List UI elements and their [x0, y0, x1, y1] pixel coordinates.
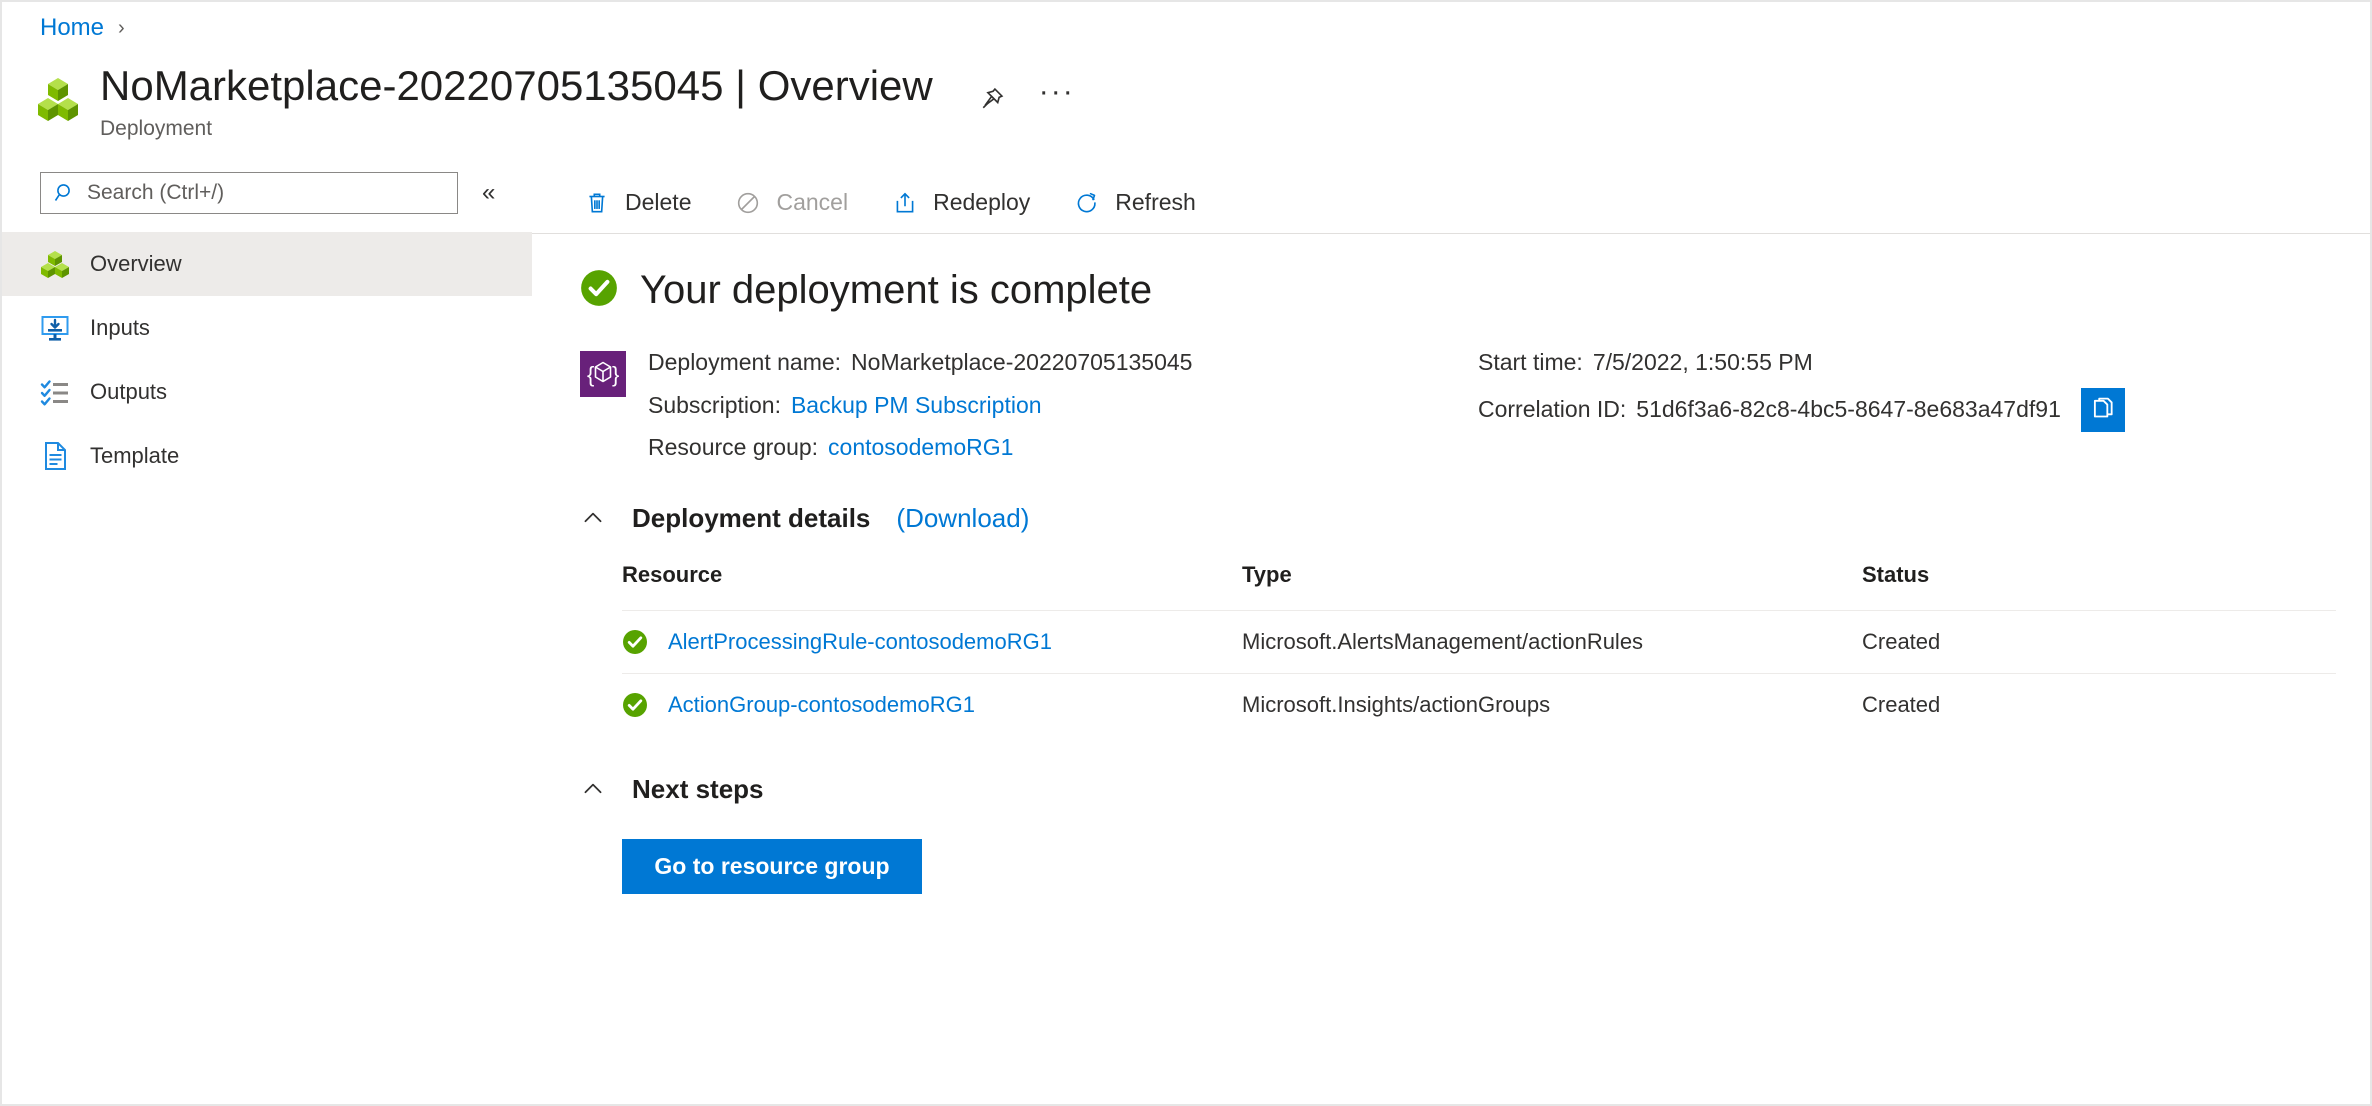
overview-panel: Your deployment is complete { } Deployme… [532, 234, 2370, 894]
resource-cell: ActionGroup-contosodemoRG1 [622, 673, 1242, 736]
sidebar-item-label: Outputs [90, 379, 168, 404]
sidebar-item-overview[interactable]: Overview [2, 232, 532, 296]
search-input[interactable] [79, 180, 445, 206]
deployment-name-label: Deployment name: [648, 349, 842, 375]
deployment-name-row: Deployment name: NoMarketplace-202207051… [648, 345, 1478, 380]
refresh-label: Refresh [1115, 189, 1196, 215]
sidebar-item-label: Template [90, 443, 180, 468]
next-steps-header: Next steps [580, 774, 2370, 805]
status-cell: Created [1862, 628, 1941, 654]
svg-text:{: { [587, 362, 594, 387]
azure-portal-blade: Home › NoMarketplace-20220705135045 | Ov… [0, 0, 2372, 1106]
deployment-info-columns: Deployment name: NoMarketplace-202207051… [648, 345, 2370, 465]
content-area: Delete Cancel Redeploy Refresh Your depl… [532, 164, 2370, 1064]
resource-group-row: Resource group: contosodemoRG1 [648, 430, 1478, 465]
title-text-block: NoMarketplace-20220705135045 | Overview … [100, 62, 933, 141]
correlation-id-row: Correlation ID: 51d6f3a6-82c8-4bc5-8647-… [1478, 387, 2370, 432]
document-icon [40, 441, 70, 471]
search-icon [53, 181, 79, 205]
trash-icon [582, 188, 612, 218]
start-time-value: 7/5/2022, 1:50:55 PM [1592, 349, 1813, 375]
sidebar-item-label: Inputs [90, 315, 150, 340]
blade-body: « [2, 164, 2370, 1064]
resource-link[interactable]: ActionGroup-contosodemoRG1 [668, 692, 975, 718]
upload-box-icon [890, 188, 920, 218]
subscription-row: Subscription: Backup PM Subscription [648, 388, 1478, 423]
resource-cell: AlertProcessingRule-contosodemoRG1 [622, 610, 1242, 673]
chevron-up-icon[interactable] [580, 776, 606, 802]
subscription-label: Subscription: [648, 391, 781, 418]
pin-icon[interactable] [975, 82, 1009, 116]
deployment-name-value: NoMarketplace-20220705135045 [851, 349, 1193, 375]
delete-label: Delete [625, 189, 692, 215]
deployment-details-table: Resource Type Status AlertProcessingRule… [622, 562, 2336, 736]
blade-title-row: NoMarketplace-20220705135045 | Overview … [2, 54, 2370, 164]
deployment-info: { } Deployment name: NoMarketplace-20220… [580, 345, 2370, 465]
search-row: « [2, 172, 532, 214]
table-header-row: Resource Type Status [622, 562, 2336, 611]
ellipsis-icon[interactable]: ··· [1039, 77, 1075, 111]
green-check-icon [622, 629, 648, 655]
deployment-info-right-column: Start time: 7/5/2022, 1:50:55 PM Correla… [1478, 345, 2370, 465]
status-heading: Your deployment is complete [640, 268, 1153, 312]
refresh-button[interactable]: Refresh [1070, 184, 1198, 222]
column-header-type: Type [1242, 561, 1292, 587]
cubes-icon [40, 249, 70, 279]
type-cell: Microsoft.Insights/actionGroups [1242, 691, 1551, 717]
left-navigation: « [2, 164, 532, 1064]
command-toolbar: Delete Cancel Redeploy Refresh [532, 172, 2370, 234]
monitor-download-icon [40, 313, 70, 343]
start-time-row: Start time: 7/5/2022, 1:50:55 PM [1478, 345, 2370, 380]
page-subtitle: Deployment [100, 117, 213, 141]
go-to-resource-group-button[interactable]: Go to resource group [622, 838, 922, 894]
status-cell: Created [1862, 691, 1941, 717]
download-link[interactable]: (Download) [896, 503, 1029, 534]
resource-group-link[interactable]: contosodemoRG1 [828, 430, 1013, 465]
next-steps-title: Next steps [632, 773, 764, 804]
sidebar-item-inputs[interactable]: Inputs [2, 296, 532, 360]
correlation-id-label: Correlation ID: [1478, 396, 1627, 423]
title-actions: ··· [975, 77, 1075, 116]
nav-list: Overview Inputs Outputs Template [2, 232, 532, 488]
resource-group-cubes-icon [36, 76, 82, 122]
green-check-icon [622, 692, 648, 718]
checklist-icon [40, 377, 70, 407]
breadcrumb: Home › [2, 2, 2370, 54]
delete-button[interactable]: Delete [580, 184, 693, 222]
deployment-info-left-column: Deployment name: NoMarketplace-202207051… [648, 345, 1478, 465]
sidebar-item-template[interactable]: Template [2, 424, 532, 488]
refresh-icon [1072, 188, 1102, 218]
table-row: ActionGroup-contosodemoRG1 Microsoft.Ins… [622, 673, 2336, 736]
cancel-button: Cancel [731, 184, 850, 222]
sidebar-item-label: Overview [90, 251, 182, 276]
collapse-nav-button[interactable]: « [476, 175, 501, 211]
deployment-details-title: Deployment details [632, 502, 871, 533]
arm-template-icon: { } [580, 351, 626, 397]
breadcrumb-home-link[interactable]: Home [40, 16, 104, 40]
breadcrumb-separator-icon: › [118, 17, 125, 39]
column-header-status: Status [1862, 561, 1930, 587]
resource-group-label: Resource group: [648, 434, 819, 460]
correlation-id-value: 51d6f3a6-82c8-4bc5-8647-8e683a47df91 [1636, 396, 2061, 423]
svg-text:}: } [612, 362, 619, 387]
redeploy-button[interactable]: Redeploy [888, 184, 1032, 222]
deployment-details-header: Deployment details (Download) [580, 503, 2370, 534]
green-check-circle-icon [580, 269, 618, 312]
resource-link[interactable]: AlertProcessingRule-contosodemoRG1 [668, 629, 1052, 655]
page-title: NoMarketplace-20220705135045 | Overview [100, 62, 933, 109]
search-box[interactable] [40, 172, 458, 214]
subscription-link[interactable]: Backup PM Subscription [791, 388, 1042, 423]
sidebar-item-outputs[interactable]: Outputs [2, 360, 532, 424]
redeploy-label: Redeploy [933, 189, 1031, 215]
no-entry-icon [733, 188, 763, 218]
table-row: AlertProcessingRule-contosodemoRG1 Micro… [622, 610, 2336, 673]
type-cell: Microsoft.AlertsManagement/actionRules [1242, 628, 1644, 654]
copy-to-clipboard-icon[interactable] [2080, 387, 2125, 432]
deployment-status-header: Your deployment is complete [580, 268, 2370, 313]
cancel-label: Cancel [776, 189, 849, 215]
chevron-up-icon[interactable] [580, 505, 606, 531]
start-time-label: Start time: [1478, 349, 1583, 375]
column-header-resource: Resource [622, 561, 723, 587]
